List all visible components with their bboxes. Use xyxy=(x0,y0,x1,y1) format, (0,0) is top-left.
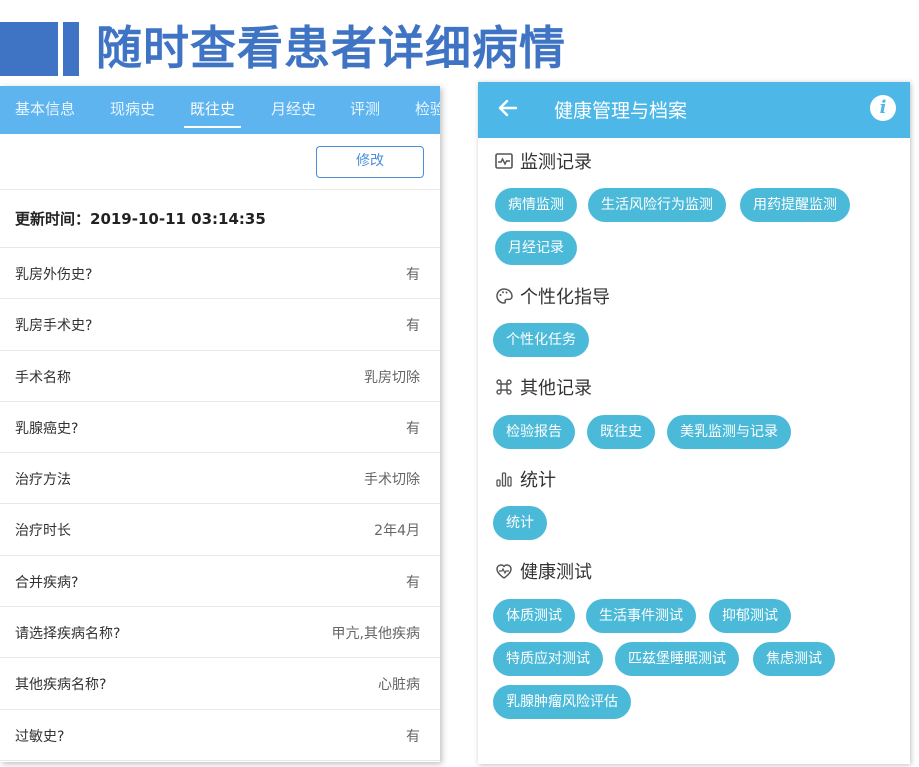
tab-menstrual-history[interactable]: 月经史 xyxy=(271,86,316,134)
chip-breast-tumor-risk[interactable]: 乳腺肿瘤风险评估 xyxy=(493,685,631,719)
row-label: 乳房手术史? xyxy=(15,318,93,335)
monitor-icon xyxy=(494,151,514,171)
tab-bar: 基本信息 现病史 既往史 月经史 评测 检验 xyxy=(0,86,440,134)
update-time-row: 更新时间：2019-10-11 03:14:35 xyxy=(0,190,440,248)
row-label: 其他疾病名称? xyxy=(15,677,107,694)
section-monitoring-records: 监测记录 xyxy=(494,150,592,176)
row-label: 乳腺癌史? xyxy=(15,420,79,437)
section-title-text: 个性化指导 xyxy=(520,287,610,308)
section-title-text: 其他记录 xyxy=(520,378,592,399)
row-value: 有 xyxy=(406,574,420,591)
section-other-records: 其他记录 xyxy=(494,376,592,402)
history-row[interactable]: 乳房手术史? 有 xyxy=(0,299,440,351)
tab-evaluation[interactable]: 评测 xyxy=(350,86,380,134)
history-list: 乳房外伤史? 有 乳房手术史? 有 手术名称 乳房切除 乳腺癌史? 有 治疗方法 手术切除… xyxy=(0,248,440,761)
back-arrow-icon[interactable] xyxy=(496,96,522,122)
section-title-text: 健康测试 xyxy=(520,562,592,583)
header-title: 健康管理与档案 xyxy=(554,100,688,122)
row-value: 手术切除 xyxy=(364,472,420,489)
section-title-text: 监测记录 xyxy=(520,152,592,173)
row-label: 治疗方法 xyxy=(15,472,71,489)
chip-past-history[interactable]: 既往史 xyxy=(587,415,655,449)
row-label: 乳房外伤史? xyxy=(15,267,93,283)
history-row[interactable]: 治疗时长 2年4月 xyxy=(0,504,440,556)
chip-statistics[interactable]: 统计 xyxy=(493,506,547,540)
palette-icon xyxy=(494,286,514,306)
row-label: 合并疾病? xyxy=(15,574,79,591)
history-row[interactable]: 其他疾病名称? 心脏病 xyxy=(0,658,440,710)
tab-lab-tests[interactable]: 检验 xyxy=(415,86,440,134)
edit-button[interactable]: 修改 xyxy=(316,146,424,178)
row-label: 治疗时长 xyxy=(15,523,71,540)
history-row[interactable]: 手术名称 乳房切除 xyxy=(0,351,440,402)
row-label: 过敏史? xyxy=(15,728,65,745)
row-label: 手术名称 xyxy=(15,369,71,386)
chip-coping-style-test[interactable]: 特质应对测试 xyxy=(493,642,603,676)
chip-condition-monitoring[interactable]: 病情监测 xyxy=(495,188,577,222)
history-row[interactable]: 合并疾病? 有 xyxy=(0,556,440,608)
chip-personalized-task[interactable]: 个性化任务 xyxy=(493,323,589,357)
chip-menstrual-record[interactable]: 月经记录 xyxy=(495,231,577,265)
chip-anxiety-test[interactable]: 焦虑测试 xyxy=(753,642,835,676)
banner-decoration xyxy=(0,22,80,76)
history-row[interactable]: 过敏史? 有 xyxy=(0,710,440,761)
row-value: 心脏病 xyxy=(378,677,420,694)
info-icon[interactable]: i xyxy=(870,95,896,121)
row-value: 有 xyxy=(406,420,420,437)
history-row[interactable]: 乳房外伤史? 有 xyxy=(0,248,440,300)
banner-block-small xyxy=(63,22,79,76)
banner-title: 随时查看患者详细病情 xyxy=(96,21,566,75)
row-value: 有 xyxy=(406,728,420,745)
history-row[interactable]: 治疗方法 手术切除 xyxy=(0,453,440,505)
row-label: 请选择疾病名称? xyxy=(15,626,121,643)
app-header: 健康管理与档案 i xyxy=(478,82,910,138)
chip-pittsburgh-sleep-test[interactable]: 匹兹堡睡眠测试 xyxy=(615,642,739,676)
chip-breast-monitoring[interactable]: 美乳监测与记录 xyxy=(667,415,791,449)
row-value: 2年4月 xyxy=(374,523,420,540)
tab-basic-info[interactable]: 基本信息 xyxy=(15,86,75,134)
update-time: 更新时间：2019-10-11 03:14:35 xyxy=(15,210,266,228)
tab-past-history[interactable]: 既往史 xyxy=(183,86,242,134)
command-icon xyxy=(494,377,514,397)
row-value: 有 xyxy=(406,318,420,335)
bar-chart-icon xyxy=(494,469,514,489)
section-personalized-guidance: 个性化指导 xyxy=(494,285,610,311)
history-row[interactable]: 请选择疾病名称? 甲亢,其他疾病 xyxy=(0,607,440,659)
chip-lab-report[interactable]: 检验报告 xyxy=(493,415,575,449)
chip-lifestyle-risk-monitoring[interactable]: 生活风险行为监测 xyxy=(588,188,726,222)
edit-row: 修改 xyxy=(0,134,440,190)
tab-present-illness[interactable]: 现病史 xyxy=(110,86,155,134)
row-value: 甲亢,其他疾病 xyxy=(331,626,420,643)
banner-block-large xyxy=(0,22,58,76)
history-row[interactable]: 乳腺癌史? 有 xyxy=(0,402,440,454)
heart-pulse-icon xyxy=(494,561,514,581)
medical-history-panel: 基本信息 现病史 既往史 月经史 评测 检验 修改 更新时间：2019-10-1… xyxy=(0,86,440,762)
row-value: 有 xyxy=(406,267,420,283)
section-health-tests: 健康测试 xyxy=(494,560,592,586)
section-statistics: 统计 xyxy=(494,468,556,494)
chip-life-events-test[interactable]: 生活事件测试 xyxy=(586,599,696,633)
section-title-text: 统计 xyxy=(520,470,556,491)
chip-constitution-test[interactable]: 体质测试 xyxy=(493,599,575,633)
chip-depression-test[interactable]: 抑郁测试 xyxy=(709,599,791,633)
health-management-panel: 健康管理与档案 i 监测记录 病情监测 生活风险行为监测 用药提醒监测 月经记录… xyxy=(478,82,910,764)
chip-medication-reminder[interactable]: 用药提醒监测 xyxy=(740,188,850,222)
row-value: 乳房切除 xyxy=(364,369,420,386)
